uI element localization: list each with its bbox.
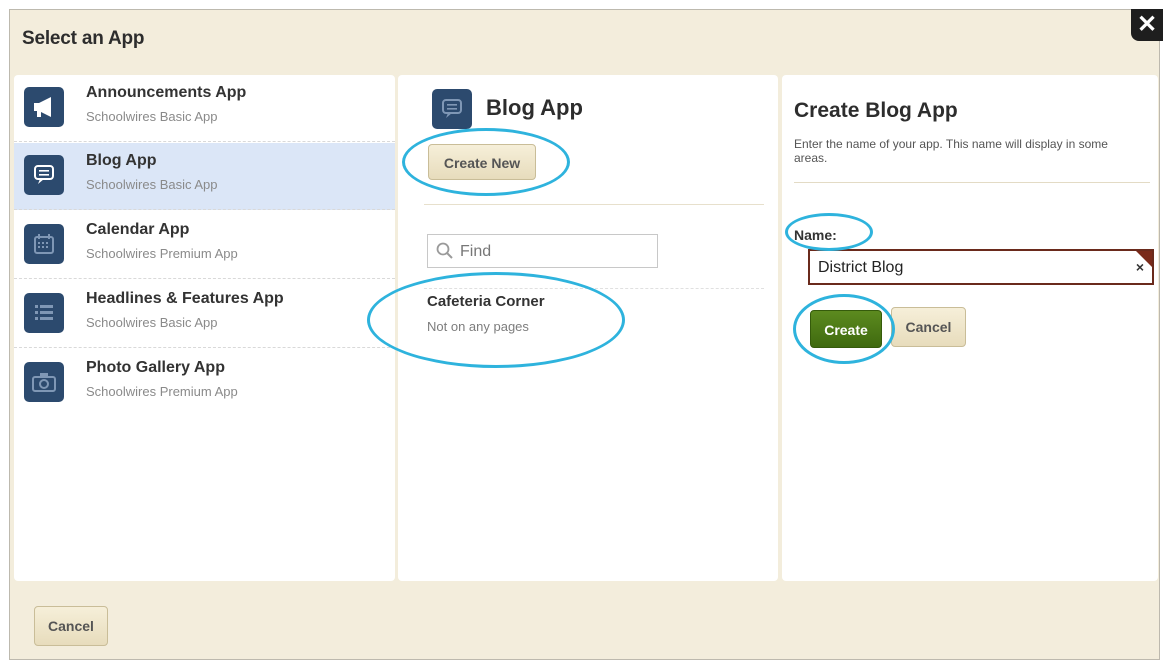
create-form-panel: Create Blog App Enter the name of your a… — [782, 75, 1158, 581]
app-subtitle: Schoolwires Premium App — [86, 246, 238, 261]
app-name: Blog App — [86, 152, 157, 169]
app-subtitle: Schoolwires Basic App — [86, 177, 218, 192]
app-item-calendar[interactable]: Calendar App Schoolwires Premium App — [14, 212, 395, 279]
instance-name[interactable]: Cafeteria Corner — [427, 293, 545, 310]
cancel-button[interactable]: Cancel — [891, 307, 966, 347]
app-item-headlines[interactable]: Headlines & Features App Schoolwires Bas… — [14, 281, 395, 348]
app-item-announcements[interactable]: Announcements App Schoolwires Basic App — [14, 75, 395, 142]
dialog-title: Select an App — [22, 28, 145, 49]
name-label: Name: — [794, 227, 837, 243]
form-title: Create Blog App — [794, 99, 958, 122]
app-subtitle: Schoolwires Premium App — [86, 384, 238, 399]
search-icon — [436, 242, 454, 265]
find-field[interactable] — [427, 234, 658, 269]
instance-status: Not on any pages — [427, 319, 529, 334]
name-input[interactable] — [816, 251, 1120, 285]
megaphone-icon — [24, 87, 64, 127]
create-button[interactable]: Create — [810, 310, 882, 348]
divider — [424, 288, 764, 289]
app-subtitle: Schoolwires Basic App — [86, 315, 218, 330]
calendar-icon — [24, 224, 64, 264]
list-icon — [24, 293, 64, 333]
app-name: Headlines & Features App — [86, 290, 284, 307]
speech-bubble-icon — [24, 155, 64, 195]
find-input[interactable] — [458, 235, 657, 269]
app-subtitle: Schoolwires Basic App — [86, 109, 218, 124]
app-item-photo-gallery[interactable]: Photo Gallery App Schoolwires Premium Ap… — [14, 350, 395, 417]
camera-icon — [24, 362, 64, 402]
app-instances-panel: Blog App Create New Cafeteria Corner Not… — [398, 75, 778, 581]
app-name: Photo Gallery App — [86, 359, 225, 376]
footer-cancel-button[interactable]: Cancel — [34, 606, 108, 646]
divider — [794, 182, 1150, 183]
speech-bubble-icon — [432, 89, 472, 129]
app-item-blog[interactable]: Blog App Schoolwires Basic App — [14, 143, 395, 210]
create-new-button[interactable]: Create New — [428, 144, 536, 180]
close-button[interactable]: ✕ — [1131, 9, 1163, 41]
form-description: Enter the name of your app. This name wi… — [794, 137, 1108, 165]
panel-title: Blog App — [486, 95, 583, 120]
app-name: Calendar App — [86, 221, 190, 238]
app-name: Announcements App — [86, 84, 247, 101]
name-field[interactable]: × — [808, 249, 1154, 285]
divider — [424, 204, 764, 205]
app-list-panel: Announcements App Schoolwires Basic App … — [14, 75, 395, 581]
clear-icon[interactable]: × — [1136, 259, 1144, 275]
